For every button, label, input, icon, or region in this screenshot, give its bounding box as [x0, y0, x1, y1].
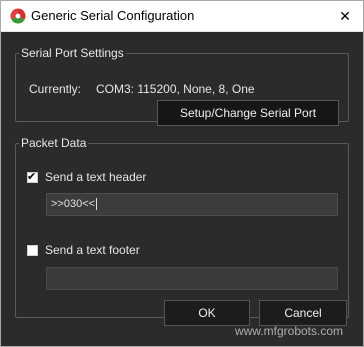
footer-checkbox[interactable]	[27, 245, 38, 256]
currently-label: Currently:	[29, 82, 82, 96]
packet-data-group: Packet Data ✔ Send a text header >>030<<…	[15, 136, 349, 318]
footer-checkbox-label: Send a text footer	[45, 243, 140, 257]
watermark: www.mfgrobots.com	[234, 324, 343, 338]
header-text-value: >>030<<	[51, 198, 96, 210]
window-title: Generic Serial Configuration	[31, 8, 195, 23]
setup-change-serial-port-button[interactable]: Setup/Change Serial Port	[157, 100, 339, 126]
header-text-input[interactable]: >>030<<	[46, 193, 338, 216]
app-logo-icon	[10, 8, 26, 24]
footer-text-input[interactable]	[46, 267, 338, 290]
header-checkbox-label: Send a text header	[45, 170, 147, 184]
cancel-button[interactable]: Cancel	[259, 300, 347, 326]
ok-button[interactable]: OK	[164, 300, 250, 326]
dialog-body: Serial Port Settings Currently: COM3: 11…	[1, 32, 363, 346]
current-port-value: COM3: 115200, None, 8, One	[96, 82, 255, 96]
dialog-window: Generic Serial Configuration ✕ Serial Po…	[0, 0, 364, 347]
close-icon[interactable]: ✕	[333, 5, 357, 27]
text-caret	[96, 198, 98, 211]
packet-data-legend: Packet Data	[21, 136, 87, 150]
header-checkbox[interactable]: ✔	[27, 171, 38, 183]
serial-port-settings-group: Serial Port Settings Currently: COM3: 11…	[15, 46, 349, 126]
serial-port-settings-legend: Serial Port Settings	[21, 46, 124, 60]
checkmark-icon: ✔	[27, 171, 37, 183]
title-bar[interactable]: Generic Serial Configuration ✕	[1, 1, 363, 32]
